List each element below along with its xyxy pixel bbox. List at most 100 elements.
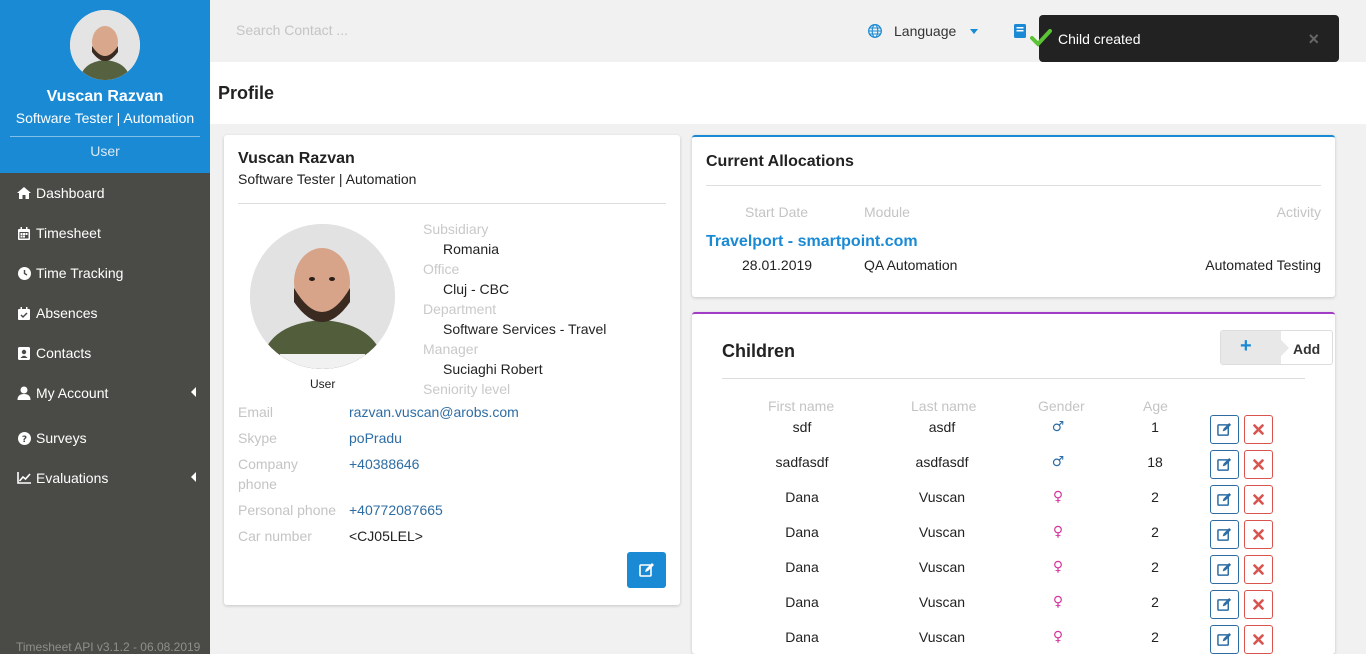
- table-row: Dana Vuscan ♀ 2: [692, 555, 1335, 594]
- chevron-left-icon: [191, 472, 196, 482]
- gender-icon: ♂: [1051, 419, 1065, 435]
- age-cell: 2: [1151, 594, 1159, 610]
- sidebar-nav: Dashboard Timesheet Time Tracking Absenc…: [0, 173, 210, 498]
- add-child-button[interactable]: + Add: [1220, 330, 1333, 365]
- company-phone-label: Company: [238, 456, 298, 472]
- edit-child-button[interactable]: [1210, 625, 1239, 654]
- clock-icon: [16, 266, 32, 280]
- search-input[interactable]: [236, 22, 436, 38]
- sidebar-item-dashboard[interactable]: Dashboard: [0, 173, 210, 213]
- sidebar-item-absences[interactable]: Absences: [0, 293, 210, 333]
- edit-child-button[interactable]: [1210, 555, 1239, 584]
- activity-header: Activity: [1276, 204, 1321, 220]
- close-icon[interactable]: ×: [1308, 29, 1319, 50]
- delete-child-button[interactable]: [1244, 450, 1273, 479]
- chevron-left-icon: [191, 387, 196, 397]
- table-row: Dana Vuscan ♀ 2: [692, 625, 1335, 654]
- last-name-cell: Vuscan: [918, 489, 966, 505]
- page-header: Profile: [210, 62, 1366, 124]
- edit-icon: [1217, 527, 1232, 542]
- skype-label: Skype: [238, 430, 277, 446]
- first-name-cell: sadfasdf: [775, 454, 829, 470]
- project-link[interactable]: Travelport - smartpoint.com: [706, 233, 918, 251]
- close-icon: [1253, 459, 1264, 470]
- avatar-caption: User: [310, 377, 336, 391]
- subsidiary-label: Subsidiary: [423, 221, 489, 237]
- age-cell: 18: [1147, 454, 1163, 470]
- sidebar-item-surveys[interactable]: ? Surveys: [0, 418, 210, 458]
- first-name-cell: Dana: [785, 524, 819, 540]
- user-icon: [16, 386, 32, 400]
- divider: [10, 136, 200, 137]
- add-icon-block: +: [1221, 331, 1289, 364]
- close-icon: [1253, 599, 1264, 610]
- edit-child-button[interactable]: [1210, 450, 1239, 479]
- edit-icon: [638, 562, 655, 578]
- sidebar: Vuscan Razvan Software Tester | Automati…: [0, 0, 210, 654]
- language-dropdown[interactable]: Language: [868, 23, 979, 39]
- delete-child-button[interactable]: [1244, 555, 1273, 584]
- profile-role: Software Tester | Automation: [238, 171, 417, 187]
- sidebar-user-type: User: [90, 143, 120, 159]
- allocation-activity: Automated Testing: [1205, 257, 1321, 273]
- edit-child-button[interactable]: [1210, 415, 1239, 444]
- sidebar-item-contacts[interactable]: Contacts: [0, 333, 210, 373]
- sidebar-item-label: My Account: [36, 385, 109, 401]
- personal-phone-label: Personal phone: [238, 502, 337, 518]
- table-row: sdf asdf ♂ 1: [692, 415, 1335, 454]
- last-name-cell: Vuscan: [918, 594, 966, 610]
- profile-avatar: [250, 224, 395, 369]
- age-cell: 1: [1151, 419, 1159, 435]
- close-icon: [1253, 564, 1264, 575]
- sidebar-item-evaluations[interactable]: Evaluations: [0, 458, 210, 498]
- email-link[interactable]: razvan.vuscan@arobs.com: [349, 404, 519, 420]
- calendar-icon: [16, 226, 32, 240]
- department-value: Software Services - Travel: [443, 321, 607, 337]
- company-phone-label-2: phone: [238, 476, 277, 492]
- avatar[interactable]: [70, 10, 140, 80]
- skype-link[interactable]: poPradu: [349, 430, 402, 446]
- last-name-cell: asdf: [928, 419, 956, 435]
- edit-child-button[interactable]: [1210, 590, 1239, 619]
- delete-child-button[interactable]: [1244, 590, 1273, 619]
- calendar-check-icon: [16, 306, 32, 320]
- allocation-module: QA Automation: [864, 257, 958, 273]
- manager-label: Manager: [423, 341, 479, 357]
- version-footer: Timesheet API v3.1.2 - 06.08.2019: [16, 640, 201, 654]
- question-circle-icon: ?: [16, 431, 32, 445]
- divider: [706, 185, 1321, 186]
- first-name-header: First name: [768, 398, 835, 414]
- delete-child-button[interactable]: [1244, 520, 1273, 549]
- plus-icon: +: [1240, 335, 1252, 357]
- sidebar-item-label: Evaluations: [36, 470, 109, 486]
- sidebar-item-time-tracking[interactable]: Time Tracking: [0, 253, 210, 293]
- gender-icon: ♀: [1052, 594, 1064, 610]
- edit-child-button[interactable]: [1210, 520, 1239, 549]
- book-icon[interactable]: [1014, 24, 1026, 41]
- page-title: Profile: [218, 83, 275, 103]
- sidebar-item-my-account[interactable]: My Account: [0, 373, 210, 413]
- table-row: Dana Vuscan ♀ 2: [692, 485, 1335, 524]
- personal-phone-link[interactable]: +40772087665: [349, 502, 443, 518]
- globe-icon: [868, 24, 882, 38]
- age-cell: 2: [1151, 559, 1159, 575]
- svg-text:?: ?: [21, 435, 26, 445]
- edit-profile-button[interactable]: [627, 552, 666, 588]
- age-cell: 2: [1151, 489, 1159, 505]
- toast-message: Child created: [1058, 30, 1141, 47]
- sidebar-item-timesheet[interactable]: Timesheet: [0, 213, 210, 253]
- delete-child-button[interactable]: [1244, 485, 1273, 514]
- delete-child-button[interactable]: [1244, 415, 1273, 444]
- edit-icon: [1217, 597, 1232, 612]
- first-name-cell: Dana: [785, 559, 819, 575]
- department-label: Department: [423, 301, 497, 317]
- gender-icon: ♀: [1052, 524, 1064, 540]
- company-phone-link[interactable]: +40388646: [349, 456, 419, 472]
- delete-child-button[interactable]: [1244, 625, 1273, 654]
- add-label: Add: [1293, 341, 1321, 357]
- first-name-cell: Dana: [785, 489, 819, 505]
- sidebar-item-label: Time Tracking: [36, 265, 124, 281]
- edit-child-button[interactable]: [1210, 485, 1239, 514]
- allocation-start-date: 28.01.2019: [742, 257, 813, 273]
- edit-icon: [1217, 492, 1232, 507]
